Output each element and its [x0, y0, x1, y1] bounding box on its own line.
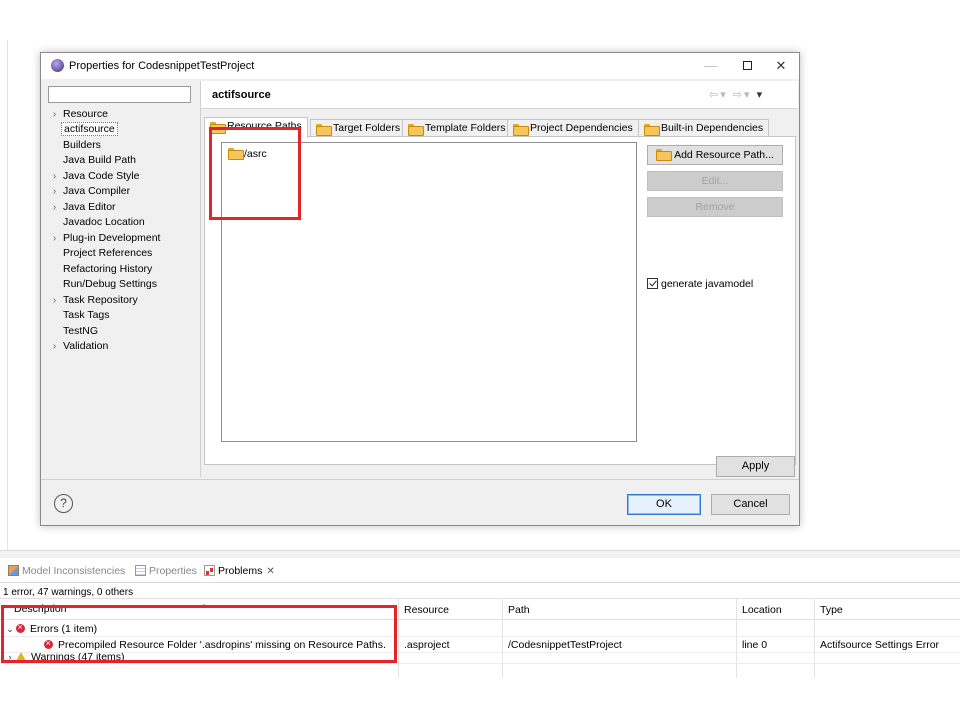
error-icon: [16, 620, 25, 634]
tree-item-plugin-development[interactable]: › Plug-in Development: [48, 231, 162, 246]
problems-icon: [204, 565, 215, 576]
folder-icon: [513, 124, 529, 136]
property-page-tree: › Resource actifsource Builders Java Buil…: [48, 107, 200, 487]
tree-item-validation[interactable]: › Validation: [48, 339, 110, 354]
tree-item-builders[interactable]: Builders: [48, 138, 103, 153]
sort-ascending-icon: ︿: [200, 599, 208, 608]
maximize-icon: [742, 61, 752, 70]
generate-javamodel-checkbox[interactable]: generate javamodel: [647, 278, 753, 290]
folder-icon: [210, 122, 226, 134]
chevron-right-icon[interactable]: ›: [4, 653, 16, 663]
tab-built-in-dependencies[interactable]: Built-in Dependencies: [638, 119, 770, 137]
folder-icon: [316, 124, 332, 136]
tree-item-task-repository[interactable]: › Task Repository: [48, 293, 140, 308]
chevron-right-icon[interactable]: ›: [48, 339, 61, 354]
table-row-warnings-group[interactable]: › Warnings (47 items): [0, 653, 960, 664]
list-item[interactable]: /asrc: [228, 147, 267, 161]
filter-input[interactable]: [48, 86, 191, 103]
tree-item-java-code-style[interactable]: › Java Code Style: [48, 169, 141, 184]
eclipse-workbench: Properties for CodesnippetTestProject — …: [0, 0, 960, 720]
close-icon[interactable]: ✕: [266, 566, 274, 577]
column-header-description[interactable]: Description: [14, 603, 67, 615]
tree-item-testng[interactable]: TestNG: [48, 324, 100, 339]
chevron-right-icon[interactable]: ›: [48, 169, 61, 184]
minimize-button[interactable]: —: [693, 53, 729, 79]
page-title: actifsource: [212, 89, 271, 101]
model-inconsistencies-icon: [8, 565, 19, 576]
tab-properties[interactable]: Properties: [135, 563, 197, 581]
resource-paths-panel: /asrc Add Resource Path... Edit... Remov…: [204, 136, 796, 465]
view-menu-chevron-icon[interactable]: ▾: [757, 89, 765, 101]
tree-item-run-debug-settings[interactable]: Run/Debug Settings: [48, 277, 159, 292]
bottom-view-tabs: Model Inconsistencies Properties Problem…: [8, 563, 508, 581]
properties-dialog: Properties for CodesnippetTestProject — …: [40, 52, 800, 526]
dialog-title: Properties for CodesnippetTestProject: [69, 60, 255, 72]
help-icon[interactable]: ?: [54, 494, 73, 513]
page-header: actifsource ⇦▾ ⇨▾ ▾: [201, 81, 798, 109]
error-icon: [44, 636, 53, 650]
tab-project-dependencies[interactable]: Project Dependencies: [507, 119, 639, 137]
view-sash[interactable]: [0, 550, 960, 558]
editor-left-rule: [0, 40, 8, 550]
forward-menu-chevron-icon[interactable]: ▾: [744, 89, 752, 101]
tree-item-java-editor[interactable]: › Java Editor: [48, 200, 118, 215]
chevron-right-icon[interactable]: ›: [48, 184, 61, 199]
dialog-footer-divider: [41, 479, 799, 480]
view-tabs-divider: [0, 582, 960, 583]
column-header-location[interactable]: Location: [742, 604, 782, 616]
remove-button[interactable]: Remove: [647, 197, 783, 217]
column-header-resource[interactable]: Resource: [404, 604, 449, 616]
dialog-titlebar[interactable]: Properties for CodesnippetTestProject — …: [41, 53, 799, 79]
add-resource-path-button[interactable]: Add Resource Path...: [647, 145, 783, 165]
dialog-splitter[interactable]: [200, 81, 201, 477]
tree-item-java-compiler[interactable]: › Java Compiler: [48, 184, 132, 199]
chevron-right-icon[interactable]: ›: [48, 107, 61, 122]
tree-item-javadoc-location[interactable]: Javadoc Location: [48, 215, 147, 230]
folder-icon: [644, 124, 660, 136]
tab-problems[interactable]: Problems ✕: [204, 563, 275, 581]
back-menu-chevron-icon[interactable]: ▾: [720, 89, 728, 101]
tab-model-inconsistencies[interactable]: Model Inconsistencies: [8, 563, 125, 581]
history-navigation: ⇦▾ ⇨▾ ▾: [709, 88, 764, 101]
warning-icon: [16, 653, 26, 661]
tree-item-java-build-path[interactable]: Java Build Path: [48, 153, 138, 168]
resource-path-list[interactable]: /asrc: [221, 142, 637, 442]
column-header-type[interactable]: Type: [820, 604, 843, 616]
folder-icon: [656, 149, 673, 161]
apply-button[interactable]: Apply: [716, 456, 795, 477]
cancel-button[interactable]: Cancel: [711, 494, 790, 515]
tab-target-folders[interactable]: Target Folders: [310, 119, 407, 137]
tab-resource-paths[interactable]: Resource Paths: [204, 117, 308, 138]
table-row[interactable]: Precompiled Resource Folder '.asdropins'…: [0, 636, 960, 653]
table-row-errors-group[interactable]: ⌄Errors (1 item): [0, 620, 960, 637]
maximize-button[interactable]: [729, 53, 765, 79]
table-header: Description ︿ Resource Path Location Typ…: [0, 598, 960, 620]
chevron-right-icon[interactable]: ›: [48, 293, 61, 308]
ok-button[interactable]: OK: [627, 494, 701, 515]
tree-item-actifsource[interactable]: actifsource: [48, 122, 118, 137]
tree-item-refactoring-history[interactable]: Refactoring History: [48, 262, 154, 277]
eclipse-app-icon: [51, 59, 64, 72]
tab-template-folders[interactable]: Template Folders: [402, 119, 512, 137]
chevron-right-icon[interactable]: ›: [48, 231, 61, 246]
problems-table: Description ︿ Resource Path Location Typ…: [0, 598, 960, 720]
folder-icon: [228, 148, 244, 160]
forward-arrow-icon[interactable]: ⇨: [733, 89, 744, 101]
tree-item-task-tags[interactable]: Task Tags: [48, 308, 112, 323]
folder-icon: [408, 124, 424, 136]
checkbox-checked-icon[interactable]: [647, 278, 658, 289]
edit-button[interactable]: Edit...: [647, 171, 783, 191]
tree-item-project-references[interactable]: Project References: [48, 246, 154, 261]
tree-item-resource[interactable]: › Resource: [48, 107, 110, 122]
properties-icon: [135, 565, 146, 576]
column-header-path[interactable]: Path: [508, 604, 530, 616]
back-arrow-icon[interactable]: ⇦: [709, 89, 720, 101]
settings-tabs: Resource Paths Target Folders Template F…: [204, 117, 798, 138]
chevron-down-icon[interactable]: ⌄: [4, 621, 16, 637]
close-button[interactable]: ✕: [763, 53, 799, 79]
problems-summary: 1 error, 47 warnings, 0 others: [3, 587, 134, 598]
chevron-right-icon[interactable]: ›: [48, 200, 61, 215]
